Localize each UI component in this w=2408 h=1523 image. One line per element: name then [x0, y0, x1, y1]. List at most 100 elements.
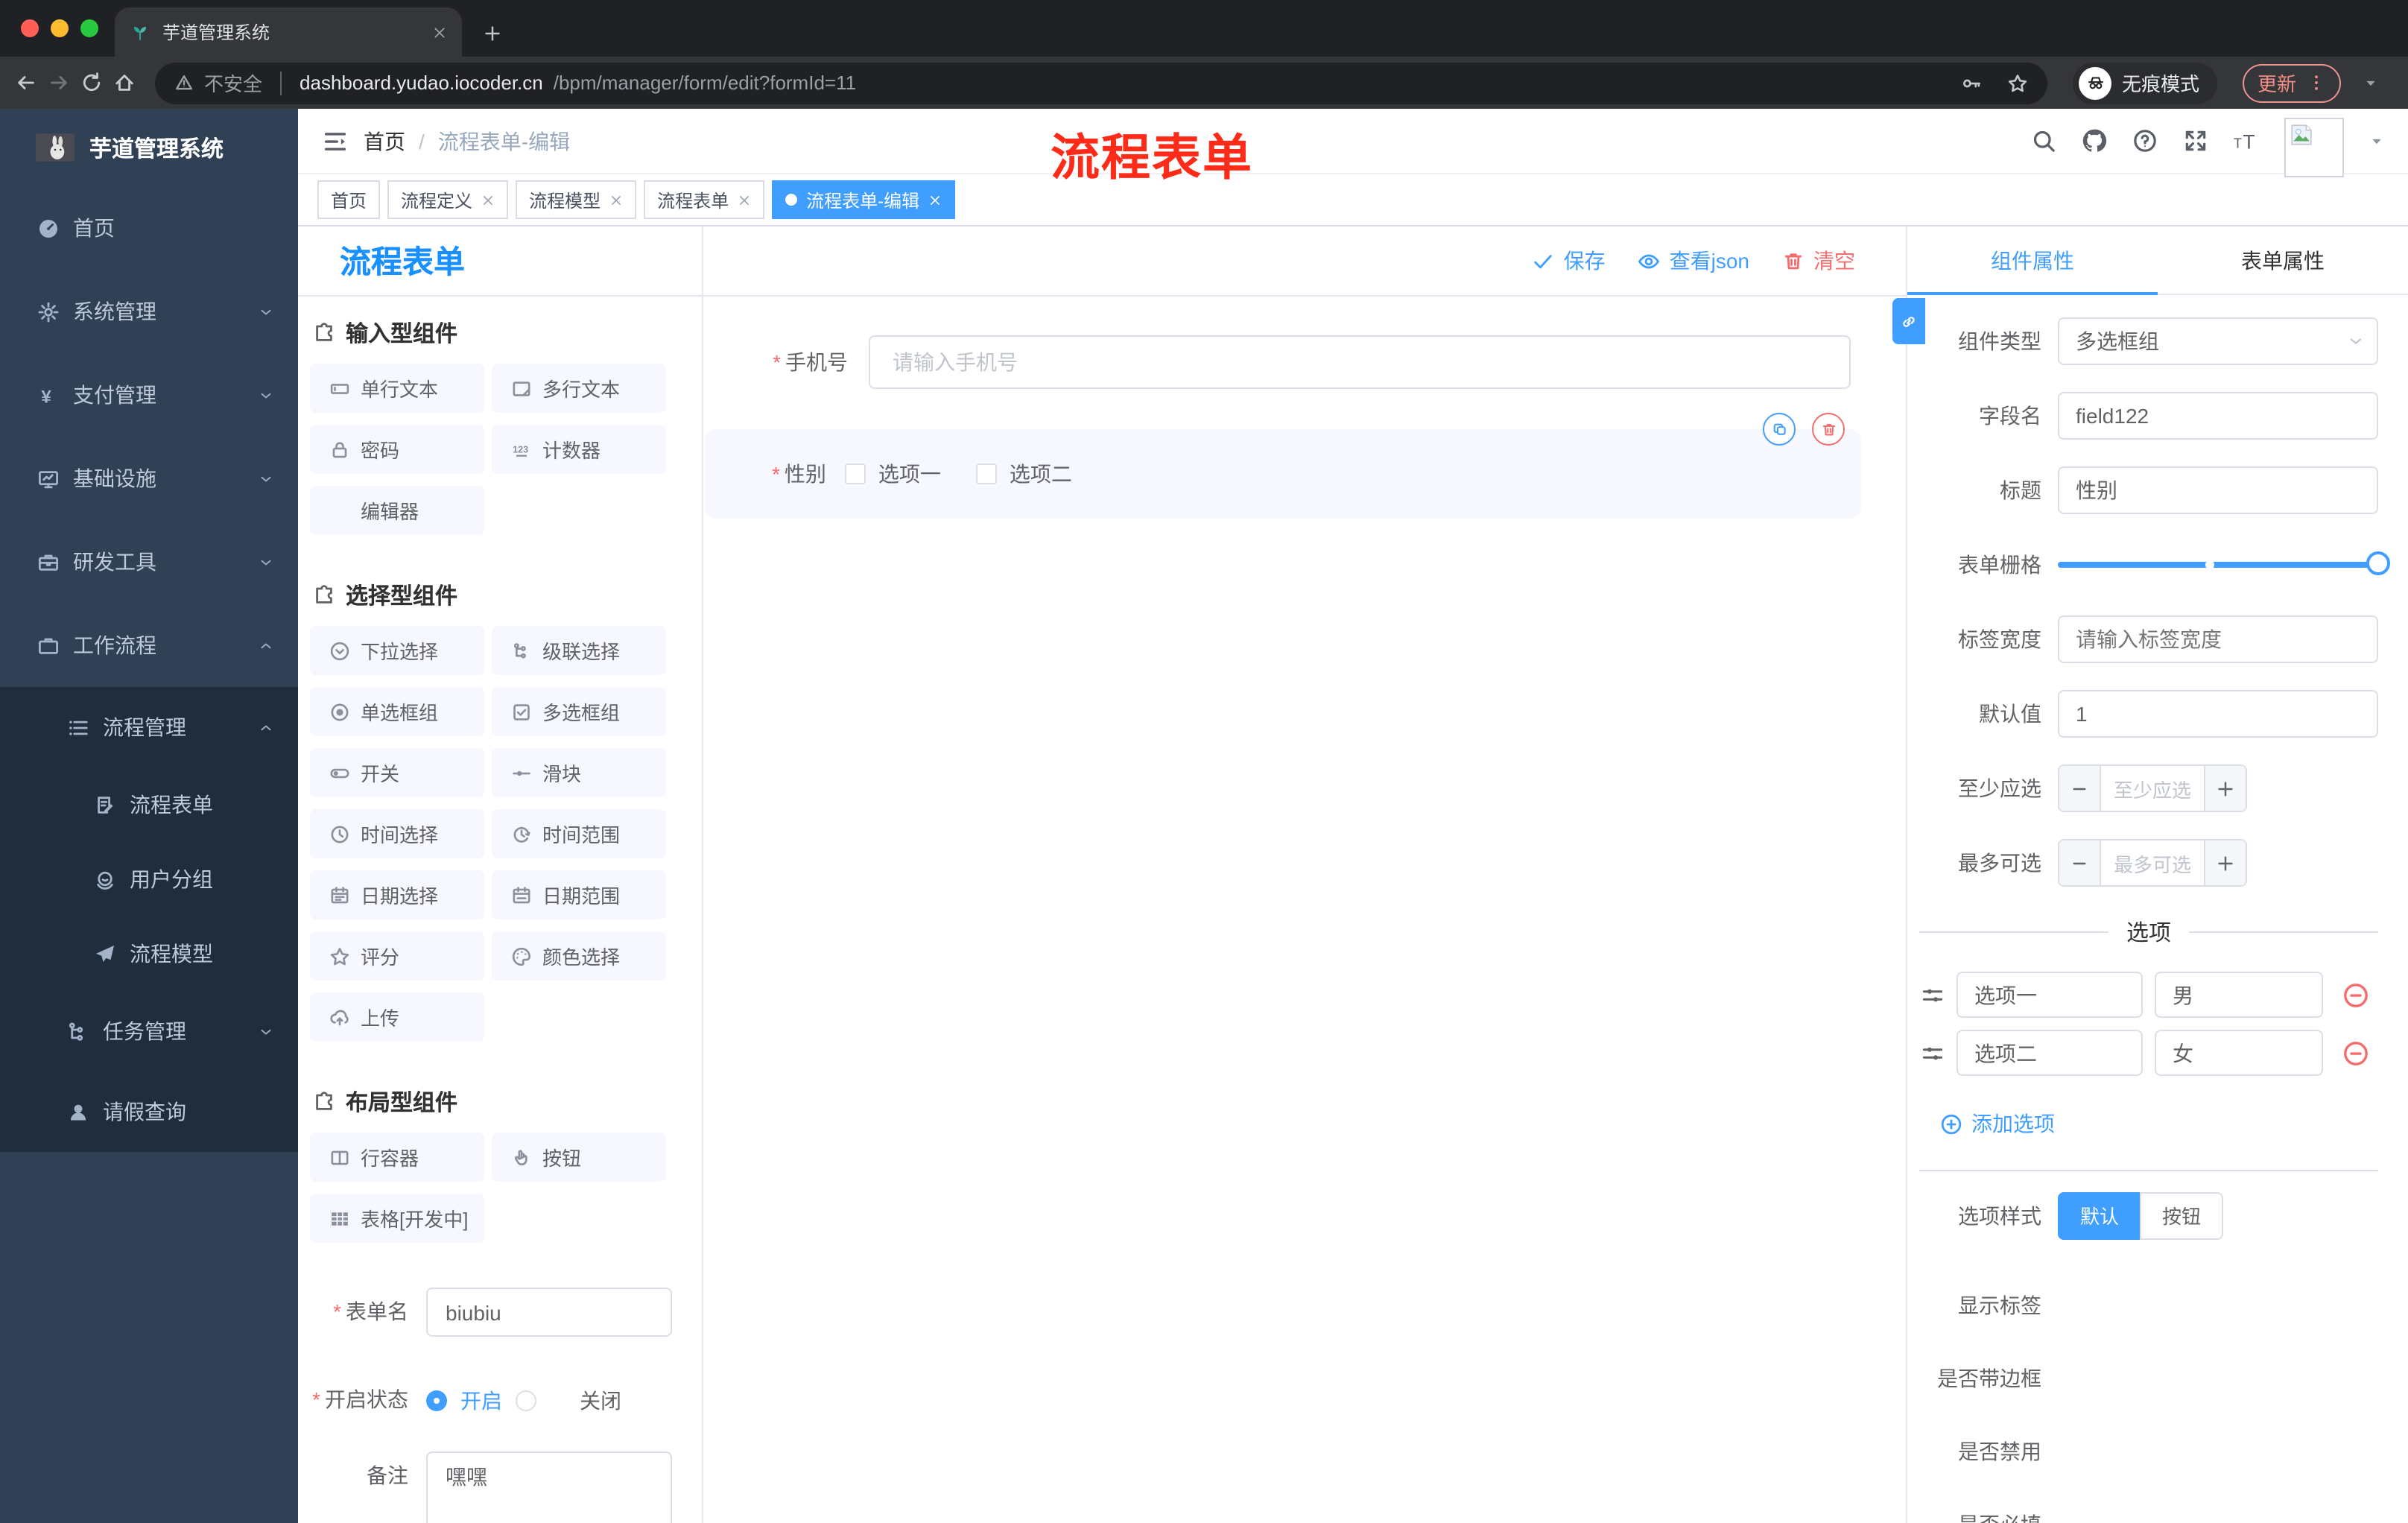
tab-close-icon[interactable] [432, 25, 447, 39]
sidebar-item-流程表单[interactable]: 流程表单 [0, 767, 298, 842]
address-bar[interactable]: 不安全 dashboard.yudao.iocoder.cn/bpm/manag… [155, 62, 2047, 104]
forward-icon[interactable] [48, 72, 70, 94]
save-button[interactable]: 保存 [1533, 246, 1606, 276]
sidebar-item-流程模型[interactable]: 流程模型 [0, 916, 298, 991]
close-window-button[interactable] [21, 19, 39, 37]
zoom-window-button[interactable] [80, 19, 98, 37]
option-value-input[interactable] [2155, 972, 2323, 1018]
stepper-plus-button[interactable] [2204, 766, 2246, 811]
sidebar-item-工作流程[interactable]: 工作流程 [0, 604, 298, 687]
search-icon[interactable] [2031, 128, 2056, 153]
chrome-caret-down-icon[interactable] [2363, 75, 2378, 90]
browser-menu-icon[interactable] [2307, 73, 2326, 92]
password-key-icon[interactable] [1961, 72, 1982, 93]
breadcrumb-home[interactable]: 首页 [364, 126, 405, 156]
help-icon[interactable] [2132, 128, 2158, 153]
sidebar-item-请假查询[interactable]: 请假查询 [0, 1071, 298, 1152]
sidebar-item-支付管理[interactable]: ¥ 支付管理 [0, 353, 298, 437]
app-logo[interactable]: 芋道管理系统 [0, 109, 298, 186]
sidebar-item-任务管理[interactable]: 任务管理 [0, 991, 298, 1071]
new-tab-button[interactable] [483, 24, 502, 43]
gender-option[interactable]: 选项二 [976, 459, 1072, 489]
hamburger-icon[interactable] [322, 127, 349, 154]
view-tab-流程定义[interactable]: 流程定义 [387, 180, 509, 219]
stepper-plus-button[interactable] [2204, 840, 2246, 885]
sidebar-item-首页[interactable]: 首页 [0, 186, 298, 270]
clear-button[interactable]: 清空 [1782, 246, 1855, 276]
option-label-input[interactable] [1956, 1030, 2143, 1076]
phone-field-input[interactable]: 请输入手机号 [869, 335, 1851, 389]
home-icon[interactable] [113, 72, 136, 94]
fullscreen-icon[interactable] [2183, 128, 2208, 153]
palette-item-颜色选择[interactable]: 颜色选择 [492, 931, 666, 981]
drawer-link-button[interactable] [1892, 298, 1925, 344]
sidebar-item-流程管理[interactable]: 流程管理 [0, 687, 298, 767]
palette-item-日期范围[interactable]: 日期范围 [492, 870, 666, 919]
minimize-window-button[interactable] [51, 19, 69, 37]
grid-slider[interactable] [2058, 541, 2390, 589]
palette-item-多行文本[interactable]: 多行文本 [492, 364, 666, 413]
stepper-minus-button[interactable] [2059, 766, 2101, 811]
checkbox[interactable] [976, 463, 998, 484]
label-width-input[interactable] [2058, 615, 2378, 663]
gender-option[interactable]: 选项一 [845, 459, 941, 489]
palette-item-单行文本[interactable]: 单行文本 [310, 364, 484, 413]
palette-item-表格[开发中][interactable]: 表格[开发中] [310, 1194, 484, 1243]
delete-component-button[interactable] [1812, 413, 1845, 446]
palette-item-时间范围[interactable]: 时间范围 [492, 809, 666, 858]
font-size-icon[interactable]: TT [2234, 128, 2259, 153]
copy-component-button[interactable] [1763, 413, 1796, 446]
palette-item-行容器[interactable]: 行容器 [310, 1133, 484, 1182]
view-tab-流程表单-编辑[interactable]: 流程表单-编辑 [772, 180, 956, 219]
sidebar-item-用户分组[interactable]: 用户分组 [0, 842, 298, 916]
palette-item-密码[interactable]: 密码 [310, 425, 484, 474]
status-radio-开启[interactable] [426, 1390, 447, 1410]
slider-handle[interactable] [2366, 551, 2390, 575]
remove-option-button[interactable] [2342, 1039, 2369, 1066]
tab-close-icon[interactable] [738, 193, 751, 206]
view-tab-流程模型[interactable]: 流程模型 [516, 180, 637, 219]
drag-icon[interactable] [1921, 983, 1945, 1007]
palette-item-级联选择[interactable]: 级联选择 [492, 626, 666, 675]
canvas-body[interactable]: * 手机号 请输入手机号 * 性别 选项一 选项二 [703, 297, 1906, 1523]
slider-track[interactable] [2058, 551, 2390, 575]
title-input[interactable] [2058, 466, 2378, 514]
min-select-value[interactable]: 至少应选 [2101, 766, 2204, 811]
form-name-input[interactable] [426, 1288, 672, 1337]
drag-icon[interactable] [1921, 1041, 1945, 1065]
stepper-minus-button[interactable] [2059, 840, 2101, 885]
update-button[interactable]: 更新 [2243, 63, 2342, 102]
back-icon[interactable] [15, 72, 37, 94]
tab-close-icon[interactable] [481, 193, 495, 206]
remove-option-button[interactable] [2342, 981, 2369, 1008]
tab-form-props[interactable]: 表单属性 [2158, 227, 2408, 295]
component-type-select[interactable] [2058, 317, 2378, 365]
bookmark-star-icon[interactable] [2007, 72, 2028, 93]
palette-item-计数器[interactable]: 123 计数器 [492, 425, 666, 474]
palette-item-编辑器[interactable]: 编辑器 [310, 486, 484, 535]
palette-item-滑块[interactable]: 滑块 [492, 748, 666, 797]
palette-item-按钮[interactable]: 按钮 [492, 1133, 666, 1182]
option-value-input[interactable] [2155, 1030, 2323, 1076]
palette-item-单选框组[interactable]: 单选框组 [310, 687, 484, 736]
reload-icon[interactable] [80, 72, 103, 94]
palette-item-评分[interactable]: 评分 [310, 931, 484, 981]
browser-tab[interactable]: 芋道管理系统 [115, 7, 462, 57]
sidebar-item-研发工具[interactable]: 研发工具 [0, 520, 298, 604]
github-icon[interactable] [2082, 128, 2107, 153]
style-option-按钮[interactable]: 按钮 [2140, 1191, 2224, 1239]
tab-component-props[interactable]: 组件属性 [1907, 227, 2158, 295]
palette-item-多选框组[interactable]: 多选框组 [492, 687, 666, 736]
palette-item-上传[interactable]: 上传 [310, 992, 484, 1042]
tab-close-icon[interactable] [609, 193, 623, 206]
palette-item-时间选择[interactable]: 时间选择 [310, 809, 484, 858]
option-label-input[interactable] [1956, 972, 2143, 1018]
palette-item-下拉选择[interactable]: 下拉选择 [310, 626, 484, 675]
view-json-button[interactable]: 查看json [1638, 246, 1749, 276]
avatar[interactable] [2284, 117, 2344, 177]
max-select-value[interactable]: 最多可选 [2101, 840, 2204, 885]
status-radio-关闭[interactable] [516, 1390, 536, 1410]
phone-field-row[interactable]: * 手机号 请输入手机号 [770, 335, 1851, 389]
add-option-button[interactable]: 添加选项 [1940, 1109, 2055, 1139]
default-value-input[interactable] [2058, 690, 2378, 738]
